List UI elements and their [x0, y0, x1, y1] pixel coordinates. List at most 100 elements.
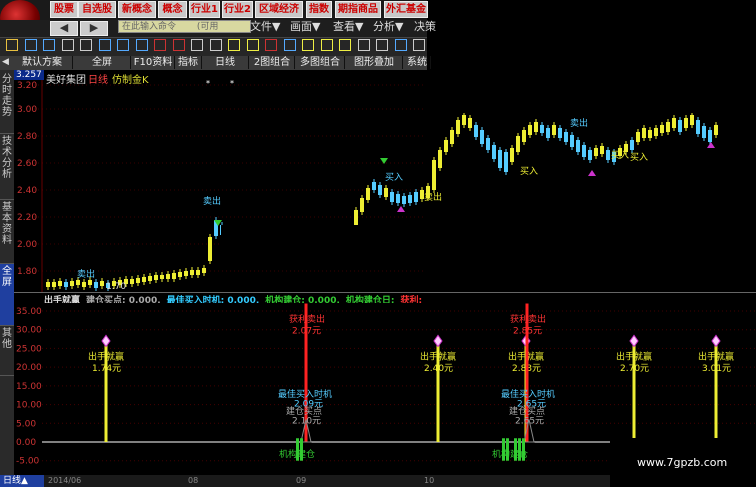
price-low-label: 1.70 — [106, 282, 126, 292]
price-annotation: 卖出 — [570, 117, 588, 129]
command-hint: (可用 — [196, 22, 219, 32]
market-button-8[interactable]: 期指商品 — [335, 1, 381, 18]
tab-3[interactable]: 指标 — [175, 56, 202, 69]
tool-icon-2[interactable] — [43, 39, 55, 51]
tab-5[interactable]: 2图组合 — [250, 56, 295, 69]
side-tab-2[interactable]: 基本资料 — [0, 200, 14, 264]
tool-icon-22[interactable] — [413, 39, 425, 51]
candle-body — [100, 281, 104, 286]
institution-label: 机构建仓 — [279, 448, 315, 460]
tool-icon-7[interactable] — [135, 39, 148, 51]
candle-body — [690, 115, 694, 125]
menu-1[interactable]: 画面▼ — [290, 20, 320, 34]
tool-icon-1[interactable] — [24, 39, 37, 51]
ind-y-tick: 0.00 — [16, 438, 36, 448]
tool-icon-10[interactable] — [191, 39, 203, 51]
tool-icon-17[interactable] — [320, 39, 333, 51]
market-button-2[interactable]: 新概念 — [118, 1, 156, 18]
tab-1[interactable]: 全屏 — [74, 56, 131, 69]
candle-body — [88, 280, 92, 285]
tab-scroll-left-icon[interactable]: ◀ — [2, 57, 9, 67]
candle-body — [648, 130, 652, 138]
ind-y-tick: 25.00 — [16, 344, 42, 354]
candle-body — [516, 136, 520, 152]
stock-name: 美好集团 — [46, 75, 86, 86]
market-button-7[interactable]: 指数 — [306, 1, 332, 18]
command-input[interactable]: 在此输入命令 (可用 — [118, 20, 251, 33]
candle-body — [408, 195, 412, 203]
tool-icon-21[interactable] — [394, 39, 407, 51]
market-button-6[interactable]: 区域经济 — [255, 1, 303, 18]
tool-icon-18[interactable] — [339, 39, 351, 51]
tab-7[interactable]: 图形叠加 — [346, 56, 403, 69]
side-tab-4[interactable]: 其他 — [0, 326, 14, 376]
candle-body — [696, 120, 700, 134]
forward-button[interactable]: ▶ — [80, 21, 108, 36]
tool-icon-0[interactable] — [6, 39, 18, 51]
market-button-0[interactable]: 股票 — [50, 1, 78, 18]
candle-body — [636, 132, 640, 142]
tool-icon-8[interactable] — [154, 39, 166, 51]
candle-body — [684, 118, 688, 128]
period-switch[interactable]: 日线▲ — [0, 475, 44, 487]
win-value: 1.74元 — [92, 364, 121, 374]
tool-icon-9[interactable] — [172, 39, 185, 51]
market-button-1[interactable]: 自选股 — [78, 1, 116, 18]
candle-body — [82, 282, 86, 287]
menu-2[interactable]: 查看▼ — [333, 20, 363, 34]
side-tab-1[interactable]: 技术分析 — [0, 134, 14, 200]
candle-body — [390, 192, 394, 202]
current-price-label: 3.257 — [14, 70, 44, 80]
win-value: 2.70元 — [620, 364, 649, 374]
side-tab-3[interactable]: 全屏 — [0, 264, 14, 326]
candle-body — [166, 274, 170, 279]
price-y-tick: 2.00 — [17, 240, 37, 250]
tab-2[interactable]: F10资料 — [132, 56, 175, 69]
market-button-5[interactable]: 行业2 — [222, 1, 253, 18]
tool-icon-11[interactable] — [209, 39, 222, 51]
candle-body — [546, 128, 550, 138]
price-annotation: 买入 — [630, 152, 648, 163]
candle-body — [462, 115, 466, 125]
price-y-tick: 2.20 — [17, 213, 37, 223]
tool-icon-6[interactable] — [117, 39, 129, 51]
tool-icon-4[interactable] — [80, 39, 92, 51]
tab-8[interactable]: 系统 — [404, 56, 431, 69]
tool-icon-20[interactable] — [376, 39, 388, 51]
win-label: 出手就赢 — [420, 351, 456, 363]
candle-body — [438, 150, 442, 168]
candle-body — [384, 188, 388, 197]
tool-icon-3[interactable] — [61, 39, 74, 51]
market-button-3[interactable]: 概念 — [158, 1, 187, 18]
tool-icon-16[interactable] — [302, 39, 314, 51]
candle-body — [450, 130, 454, 144]
profit-value: 2.85元 — [513, 326, 542, 336]
market-button-4[interactable]: 行业1 — [189, 1, 220, 18]
price-annotation: 卖出 — [77, 268, 95, 280]
price-y-tick: 3.00 — [17, 105, 37, 115]
menu-3[interactable]: 分析▼ — [373, 20, 403, 34]
candle-body — [708, 130, 712, 142]
price-y-tick: 2.60 — [17, 159, 37, 169]
tool-icon-12[interactable] — [228, 39, 240, 51]
tool-icon-19[interactable] — [357, 39, 370, 51]
menu-0[interactable]: 文件▼ — [250, 20, 280, 34]
tab-0[interactable]: 默认方案 — [12, 56, 73, 69]
price-annotation: 买入 — [385, 172, 403, 183]
tool-icon-15[interactable] — [283, 39, 296, 51]
candle-body — [172, 273, 176, 279]
candle-body — [594, 148, 598, 156]
candle-body — [528, 125, 532, 135]
back-button[interactable]: ◀ — [50, 21, 78, 36]
tab-4[interactable]: 日线 — [202, 56, 249, 69]
tool-icon-5[interactable] — [98, 39, 111, 51]
candle-body — [52, 282, 56, 287]
menu-4[interactable]: 决策 — [414, 20, 436, 34]
side-tab-0[interactable]: 分时走势 — [0, 72, 14, 134]
candle-body — [372, 182, 376, 190]
candle-body — [510, 148, 514, 162]
tool-icon-14[interactable] — [265, 39, 277, 51]
tab-6[interactable]: 多图组合 — [296, 56, 345, 69]
tool-icon-13[interactable] — [246, 39, 259, 51]
market-button-9[interactable]: 外汇基金 — [384, 1, 428, 18]
